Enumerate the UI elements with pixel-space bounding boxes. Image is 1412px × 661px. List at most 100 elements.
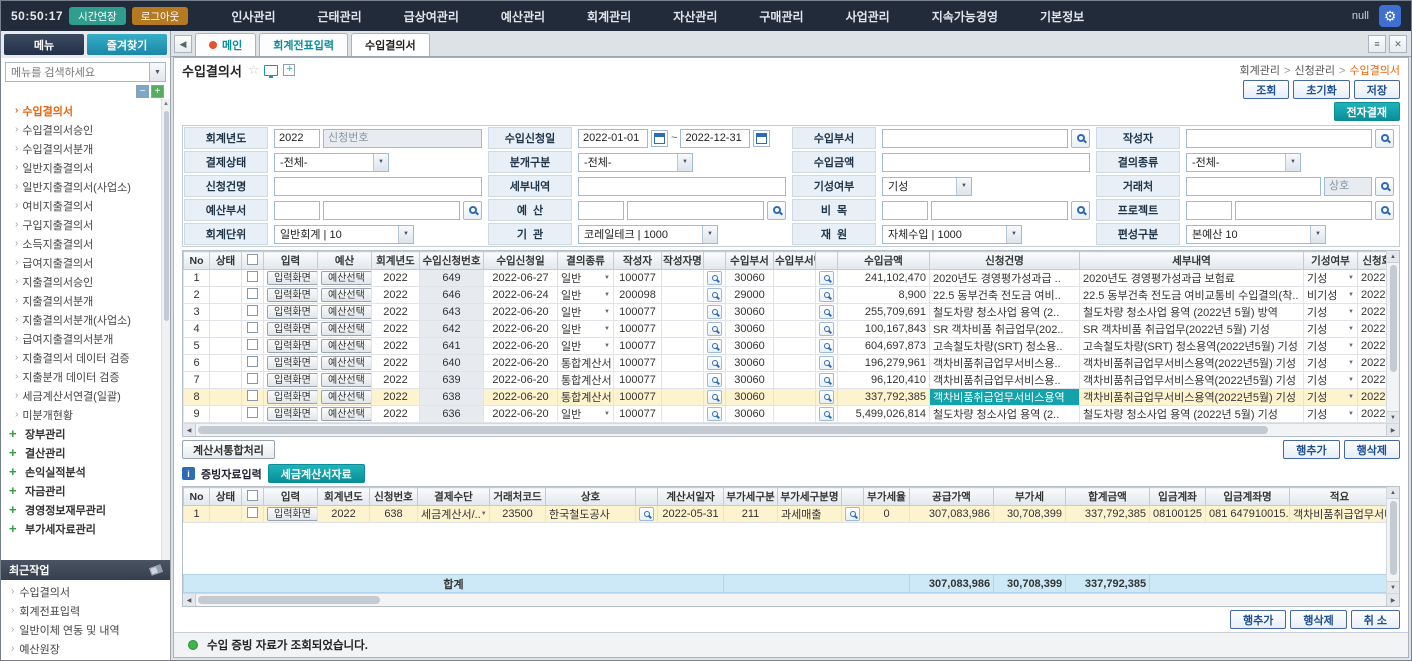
search-icon[interactable]: [819, 356, 834, 370]
scrollbar-thumb[interactable]: [198, 426, 1268, 434]
top-menu-item[interactable]: 사업관리: [825, 8, 911, 25]
top-menu-item[interactable]: 급상여관리: [383, 8, 480, 25]
row-checkbox[interactable]: [247, 507, 258, 518]
calendar-icon[interactable]: [753, 130, 770, 147]
screen-icon[interactable]: [264, 65, 278, 76]
input-screen-button[interactable]: 입력화면: [267, 373, 318, 387]
tax-invoice-button[interactable]: 세금계산서자료: [268, 464, 365, 483]
income-dept-input[interactable]: [882, 129, 1068, 148]
completion-select[interactable]: 기성▼: [882, 177, 972, 196]
reset-button[interactable]: 초기화: [1293, 80, 1349, 99]
search-icon[interactable]: [1071, 201, 1090, 220]
search-icon[interactable]: [819, 305, 834, 319]
scroll-up-icon[interactable]: ▲: [1387, 487, 1399, 499]
eraser-icon[interactable]: [149, 564, 163, 576]
row-checkbox[interactable]: [247, 271, 258, 282]
search-icon[interactable]: [819, 390, 834, 404]
search-icon[interactable]: [819, 407, 834, 421]
scrollbar-thumb[interactable]: [1390, 265, 1397, 372]
tab-main[interactable]: 메인: [195, 33, 256, 56]
vertical-scrollbar[interactable]: ▲ ▼: [1386, 487, 1399, 593]
chevron-down-icon[interactable]: ▼: [149, 63, 165, 81]
scroll-left-icon[interactable]: ◀: [183, 424, 196, 436]
gear-icon[interactable]: ⚙: [1379, 5, 1401, 27]
row-checkbox[interactable]: [247, 305, 258, 316]
sidebar-group[interactable]: + 부가세자료관리: [7, 519, 160, 538]
tab-list-icon[interactable]: ≡: [1368, 35, 1386, 53]
top-menu-item[interactable]: 인사관리: [210, 8, 296, 25]
cell-decide-type[interactable]: 통합계산서▼: [558, 389, 614, 406]
top-menu-item[interactable]: 근태관리: [297, 8, 383, 25]
cell-decide-type[interactable]: 일반▼: [558, 270, 614, 287]
cell-decide-type[interactable]: 일반▼: [558, 406, 614, 423]
sidebar-item[interactable]: › 여비지출결의서: [7, 196, 160, 215]
delete-row-button[interactable]: 행삭제: [1344, 440, 1400, 459]
sidebar-item[interactable]: › 급여지출결의서분개: [7, 329, 160, 348]
decide-type-select[interactable]: -전체-▼: [1186, 153, 1301, 172]
cell-completion[interactable]: 기성▼: [1304, 406, 1358, 423]
evidence-row[interactable]: 1 입력화면 2022 638 세금계산서/..▼ 2350: [184, 506, 1387, 523]
collapse-all-icon[interactable]: −: [136, 85, 149, 98]
writer-input[interactable]: [1186, 129, 1372, 148]
organization-select[interactable]: 코레일테크 | 1000▼: [578, 225, 718, 244]
search-icon[interactable]: [819, 322, 834, 336]
fiscal-year-input[interactable]: [274, 129, 320, 148]
search-icon[interactable]: [1375, 201, 1394, 220]
select-all-checkbox[interactable]: [247, 490, 258, 501]
search-icon[interactable]: [707, 390, 722, 404]
sidebar-item[interactable]: › 급여지출결의서: [7, 253, 160, 272]
sidebar-item[interactable]: › 지출결의서분개: [7, 291, 160, 310]
plus-icon[interactable]: +: [9, 483, 19, 498]
logout-button[interactable]: 로그아웃: [132, 7, 189, 25]
cell-decide-type[interactable]: 일반▼: [558, 338, 614, 355]
cell-decide-type[interactable]: 일반▼: [558, 304, 614, 321]
budget-select-button[interactable]: 예산선택: [321, 390, 372, 404]
row-checkbox[interactable]: [247, 339, 258, 350]
input-screen-button[interactable]: 입력화면: [267, 339, 318, 353]
plus-icon[interactable]: +: [9, 502, 19, 517]
search-button[interactable]: 조회: [1243, 80, 1289, 99]
scroll-down-icon[interactable]: ▼: [1387, 581, 1399, 593]
sidebar-item[interactable]: › 지출결의서승인: [7, 272, 160, 291]
budget-select-button[interactable]: 예산선택: [321, 373, 372, 387]
input-screen-button[interactable]: 입력화면: [267, 407, 318, 421]
budget-select-button[interactable]: 예산선택: [321, 407, 372, 421]
tab-income-resolution[interactable]: 수입결의서: [351, 33, 430, 56]
income-row[interactable]: 9 입력화면 예산선택 2022 636 2022-06-20: [184, 406, 1387, 423]
sidebar-tab-favorites[interactable]: 즐겨찾기: [87, 34, 167, 55]
search-icon[interactable]: [707, 339, 722, 353]
request-number-input[interactable]: [323, 129, 482, 148]
plus-icon[interactable]: +: [9, 445, 19, 460]
project-code-input[interactable]: [1186, 201, 1232, 220]
sidebar-group[interactable]: + 장부관리: [7, 424, 160, 443]
sidebar-item[interactable]: › 세금계산서연결(일괄): [7, 386, 160, 405]
search-icon[interactable]: [707, 407, 722, 421]
sidebar-item[interactable]: › 소득지출결의서: [7, 234, 160, 253]
budget-select-button[interactable]: 예산선택: [321, 288, 372, 302]
cell-completion[interactable]: 기성▼: [1304, 338, 1358, 355]
sidebar-item[interactable]: › 수입결의서분개: [7, 139, 160, 158]
cell-decide-type[interactable]: 통합계산서▼: [558, 355, 614, 372]
recent-work-item[interactable]: › 수입결의서: [1, 582, 170, 601]
horizontal-scrollbar[interactable]: ◀ ▶: [183, 593, 1399, 606]
income-amount-input[interactable]: [882, 153, 1090, 172]
favorite-star-icon[interactable]: ☆: [248, 62, 260, 78]
cell-completion[interactable]: 비기성▼: [1304, 287, 1358, 304]
search-icon[interactable]: [1375, 129, 1394, 148]
menu-search-input[interactable]: 메뉴를 검색하세요 ▼: [5, 62, 166, 82]
search-icon[interactable]: [819, 288, 834, 302]
income-row[interactable]: 2 입력화면 예산선택 2022 646 2022-06-24: [184, 287, 1387, 304]
input-screen-button[interactable]: 입력화면: [267, 507, 318, 521]
top-menu-item[interactable]: 자산관리: [652, 8, 738, 25]
search-icon[interactable]: [707, 356, 722, 370]
search-icon[interactable]: [845, 507, 860, 521]
search-icon[interactable]: [463, 201, 482, 220]
income-row[interactable]: 1 입력화면 예산선택 2022 649 2022-06-27: [184, 270, 1387, 287]
budget-dept-code-input[interactable]: [274, 201, 320, 220]
search-icon[interactable]: [819, 373, 834, 387]
scroll-right-icon[interactable]: ▶: [1386, 594, 1399, 606]
cell-completion[interactable]: 기성▼: [1304, 270, 1358, 287]
cell-pay-method[interactable]: 세금계산서/..▼: [418, 506, 490, 523]
income-row[interactable]: 3 입력화면 예산선택 2022 643 2022-06-20: [184, 304, 1387, 321]
journal-type-select[interactable]: -전체-▼: [578, 153, 693, 172]
